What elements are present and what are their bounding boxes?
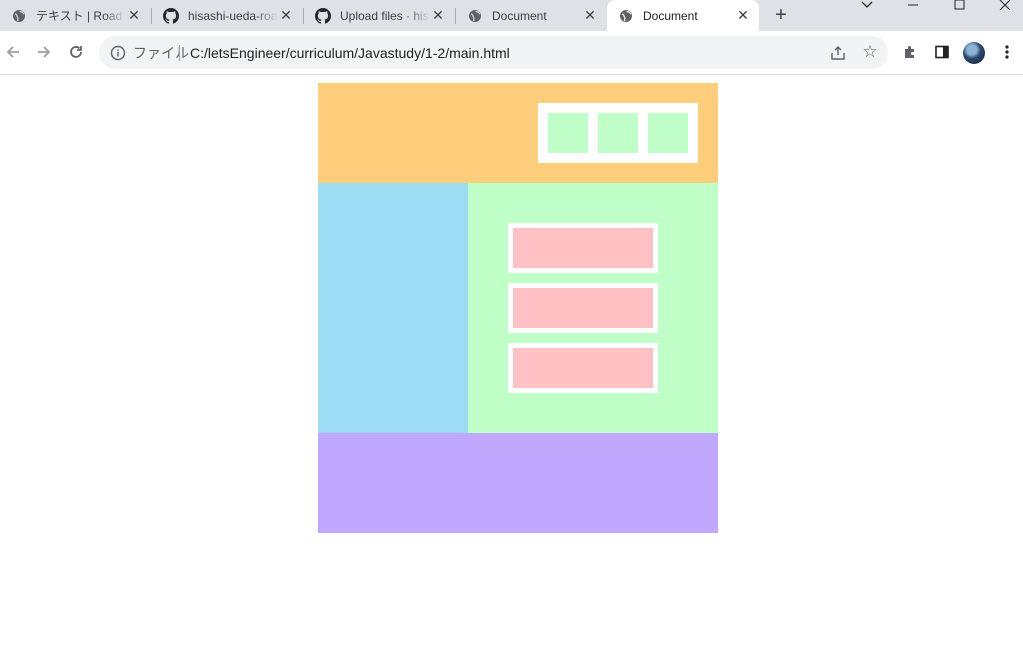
share-icon[interactable] (829, 44, 847, 62)
main-item-box (508, 223, 658, 273)
bookmark-star-icon[interactable]: ☆ (861, 43, 879, 61)
tab-title: Document (643, 8, 698, 23)
globe-icon (618, 8, 634, 24)
tab-text-road-to-engineer[interactable]: テキスト | Road To Engineer ✕ (0, 0, 150, 31)
tab-title: テキスト | Road To Engineer (36, 9, 126, 23)
info-icon[interactable] (110, 45, 126, 61)
main-item-box (508, 283, 658, 333)
window-close-icon[interactable] (993, 0, 1017, 14)
github-icon (163, 7, 179, 24)
page-viewport (0, 75, 1023, 670)
tab-title: Upload files · hisashi-ueda (340, 8, 430, 23)
maximize-icon[interactable] (947, 0, 971, 14)
tab-upload-files[interactable]: Upload files · hisashi-ueda ✕ (304, 0, 454, 31)
url-text[interactable]: C:/letsEngineer/curriculum/Javastudy/1-2… (190, 45, 510, 61)
globe-icon (467, 8, 483, 24)
minimize-icon[interactable] (901, 0, 925, 14)
new-tab-icon[interactable]: + (771, 5, 791, 25)
main-item-box (508, 343, 658, 393)
close-icon[interactable]: ✕ (430, 7, 446, 24)
close-icon[interactable]: ✕ (735, 7, 751, 24)
tab-search-chevron-icon[interactable] (855, 0, 879, 14)
address-bar[interactable]: ファイル C:/letsEngineer/curriculum/Javastud… (99, 36, 888, 69)
close-icon[interactable]: ✕ (126, 7, 142, 24)
footer-block (318, 433, 718, 533)
back-arrow-icon[interactable] (3, 42, 23, 62)
kebab-menu-icon[interactable] (997, 42, 1017, 62)
close-icon[interactable]: ✕ (582, 7, 598, 24)
side-panel-icon[interactable] (932, 42, 952, 62)
tab-document-active[interactable]: Document ✕ (607, 0, 759, 31)
header-nav-box (538, 103, 698, 163)
header-square (648, 113, 688, 153)
globe-icon (11, 8, 27, 24)
tab-strip: テキスト | Road To Engineer ✕ hisashi-ueda-r… (0, 0, 1023, 31)
extensions-puzzle-icon[interactable] (900, 42, 920, 62)
close-icon[interactable]: ✕ (278, 7, 294, 24)
header-square (548, 113, 588, 153)
sidebar-block (318, 183, 468, 433)
profile-avatar[interactable] (963, 42, 985, 64)
tab-document[interactable]: Document ✕ (456, 0, 606, 31)
tab-title: hisashi-ueda-road-to-engineer (188, 8, 278, 23)
address-divider (179, 45, 180, 61)
scheme-label: ファイル (133, 45, 189, 61)
github-icon (315, 7, 331, 24)
forward-arrow-icon[interactable] (34, 42, 54, 62)
header-square (598, 113, 638, 153)
reload-icon[interactable] (66, 42, 86, 62)
tab-github-repo[interactable]: hisashi-ueda-road-to-engineer ✕ (152, 0, 302, 31)
tab-title: Document (492, 8, 547, 23)
browser-toolbar: ファイル C:/letsEngineer/curriculum/Javastud… (0, 31, 1023, 75)
